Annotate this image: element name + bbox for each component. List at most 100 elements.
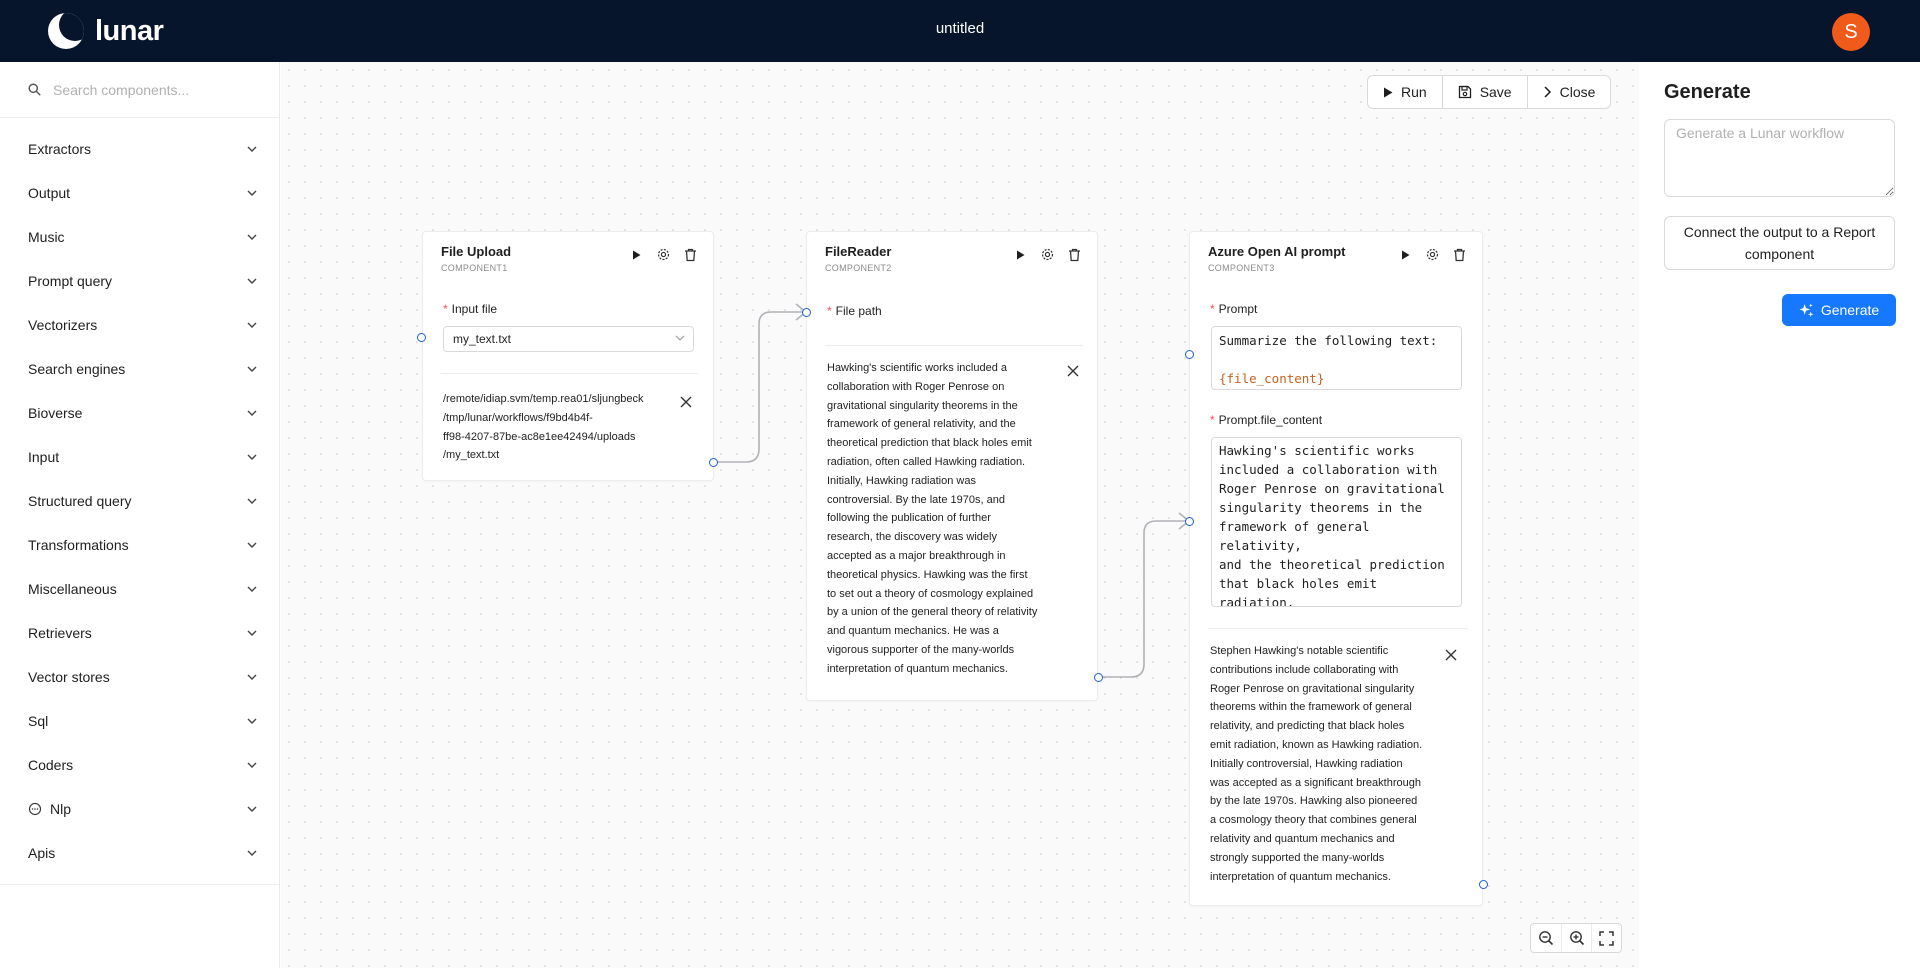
chevron-down-icon <box>247 366 257 372</box>
search-input[interactable] <box>53 81 273 98</box>
output-line: research, the discovery was widely <box>827 531 997 544</box>
zoom-in-icon[interactable] <box>1561 924 1591 952</box>
sidebar-category-label: Retrievers <box>28 625 92 641</box>
sidebar-category-text: Transformations <box>28 537 129 553</box>
sidebar-category-label: Nlp <box>28 801 71 817</box>
file-content-input-handle[interactable] <box>1185 517 1194 526</box>
output-line: by a union of the general theory of rela… <box>827 606 1038 619</box>
output-line: framework of general relativity, and the <box>827 418 1016 431</box>
azure-openai-prompt-node[interactable]: Azure Open AI prompt COMPONENT3 * Prompt … <box>1189 231 1483 906</box>
run-button[interactable]: Run <box>1368 76 1442 108</box>
sidebar-category-text: Retrievers <box>28 625 92 641</box>
node-actions <box>1397 246 1468 263</box>
sidebar-category-text: Search engines <box>28 361 126 377</box>
file-path-label-text: File path <box>835 304 882 318</box>
sidebar-category-transformations[interactable]: Transformations <box>0 523 279 567</box>
generate-workflow-input[interactable] <box>1664 119 1895 197</box>
delete-trash-icon[interactable] <box>1451 246 1468 263</box>
output-line: gravitational singularity theorems in th… <box>827 399 1018 412</box>
edge-upload-to-reader[interactable] <box>714 311 806 463</box>
prompt-input-handle[interactable] <box>1185 350 1194 359</box>
close-icon[interactable] <box>1066 364 1080 378</box>
workflow-canvas[interactable]: Run Save Close File Upload COMPONENT1 * I… <box>281 62 1639 968</box>
sidebar-category-vectorizers[interactable]: Vectorizers <box>0 303 279 347</box>
azure-prompt-output-handle[interactable] <box>1479 880 1488 889</box>
sidebar-category-bioverse[interactable]: Bioverse <box>0 391 279 435</box>
close-icon[interactable] <box>1444 648 1458 662</box>
sidebar-category-vector-stores[interactable]: Vector stores <box>0 655 279 699</box>
sidebar-category-search-engines[interactable]: Search engines <box>0 347 279 391</box>
output-line: theoretical physics. Hawking was the fir… <box>827 568 1028 581</box>
output-line: following the publication of further <box>827 512 991 525</box>
prompt-label-text: Prompt <box>1218 302 1258 316</box>
output-line: /my_text.txt <box>443 449 500 462</box>
delete-trash-icon[interactable] <box>682 246 699 263</box>
sidebar-category-miscellaneous[interactable]: Miscellaneous <box>0 567 279 611</box>
output-line: and quantum mechanics. He was a <box>827 625 999 638</box>
generate-button-label: Generate <box>1820 302 1880 318</box>
edge-reader-to-prompt[interactable] <box>1098 520 1189 678</box>
sidebar-category-text: Music <box>28 229 65 245</box>
run-node-icon[interactable] <box>628 246 645 263</box>
sidebar-category-prompt-query[interactable]: Prompt query <box>0 259 279 303</box>
sidebar-category-input[interactable]: Input <box>0 435 279 479</box>
sidebar-category-nlp[interactable]: Nlp <box>0 787 279 831</box>
output-line: was accepted as a significant breakthrou… <box>1210 776 1421 789</box>
suggestion-button[interactable]: Connect the output to a Report component <box>1664 216 1895 270</box>
input-file-select[interactable]: my_text.txt <box>443 326 694 352</box>
workflow-title[interactable]: untitled <box>0 20 1920 37</box>
run-node-icon[interactable] <box>1397 246 1414 263</box>
chevron-down-icon <box>247 674 257 680</box>
sidebar-category-text: Apis <box>28 845 56 861</box>
prompt-textarea[interactable]: Summarize the following text: {file_conte… <box>1211 326 1462 390</box>
required-marker: * <box>827 304 832 318</box>
save-button-label: Save <box>1479 84 1512 100</box>
zoom-out-icon[interactable] <box>1531 924 1561 952</box>
close-button[interactable]: Close <box>1526 76 1611 108</box>
settings-gear-icon[interactable] <box>655 246 672 263</box>
file-upload-node[interactable]: File Upload COMPONENT1 * Input file my_te… <box>422 231 714 481</box>
prompt-text: Summarize the following text: <box>1219 333 1438 348</box>
file-content-textarea[interactable]: Hawking's scientific works included a col… <box>1211 437 1462 607</box>
sidebar-category-label: Output <box>28 185 70 201</box>
sidebar-category-apis[interactable]: Apis <box>0 831 279 875</box>
file-reader-output-handle[interactable] <box>1094 673 1103 682</box>
sidebar-category-extractors[interactable]: Extractors <box>0 127 279 171</box>
search-icon <box>28 83 41 96</box>
settings-gear-icon[interactable] <box>1424 246 1441 263</box>
sidebar-category-structured-query[interactable]: Structured query <box>0 479 279 523</box>
save-button[interactable]: Save <box>1441 76 1527 108</box>
file-content-label: * Prompt.file_content <box>1210 413 1322 427</box>
output-line: a cosmology theory that combines general <box>1210 814 1417 827</box>
file-path-label: * File path <box>827 304 882 318</box>
prompt-variable: {file_content} <box>1219 371 1325 386</box>
sidebar-category-retrievers[interactable]: Retrievers <box>0 611 279 655</box>
user-avatar[interactable]: S <box>1832 13 1870 51</box>
category-list: Extractors Output Music Prompt query Vectori… <box>0 118 279 885</box>
settings-gear-icon[interactable] <box>1039 246 1056 263</box>
output-line: collaboration with Roger Penrose on <box>827 380 1005 393</box>
sidebar-category-text: Output <box>28 185 71 201</box>
file-upload-input-handle[interactable] <box>417 333 426 342</box>
sidebar-category-text: Vectorizers <box>28 317 98 333</box>
sidebar-category-music[interactable]: Music <box>0 215 279 259</box>
sidebar-category-text: Coders <box>28 757 74 773</box>
output-line: ff98-4207-87be-ac8e1ee42494/uploads <box>443 430 636 443</box>
file-upload-output-handle[interactable] <box>709 458 718 467</box>
output-line: strongly supported the many-worlds <box>1210 851 1385 864</box>
sidebar-category-coders[interactable]: Coders <box>0 743 279 787</box>
run-node-icon[interactable] <box>1012 246 1029 263</box>
generate-button[interactable]: Generate <box>1782 294 1896 326</box>
file-reader-node[interactable]: FileReader COMPONENT2 * File path Hawking… <box>806 231 1098 701</box>
workflow-toolbar: Run Save Close <box>1367 75 1612 109</box>
sidebar-category-output[interactable]: Output <box>0 171 279 215</box>
sidebar-category-sql[interactable]: Sql <box>0 699 279 743</box>
selected-file: my_text.txt <box>453 332 512 346</box>
sidebar-category-text: Bioverse <box>28 405 83 421</box>
output-line: Initially, Hawking radiation was <box>827 474 976 487</box>
delete-trash-icon[interactable] <box>1066 246 1083 263</box>
file-reader-input-handle[interactable] <box>802 308 811 317</box>
close-icon[interactable] <box>679 395 693 409</box>
node-subtitle: COMPONENT1 <box>441 263 508 273</box>
fullscreen-icon[interactable] <box>1591 924 1621 952</box>
